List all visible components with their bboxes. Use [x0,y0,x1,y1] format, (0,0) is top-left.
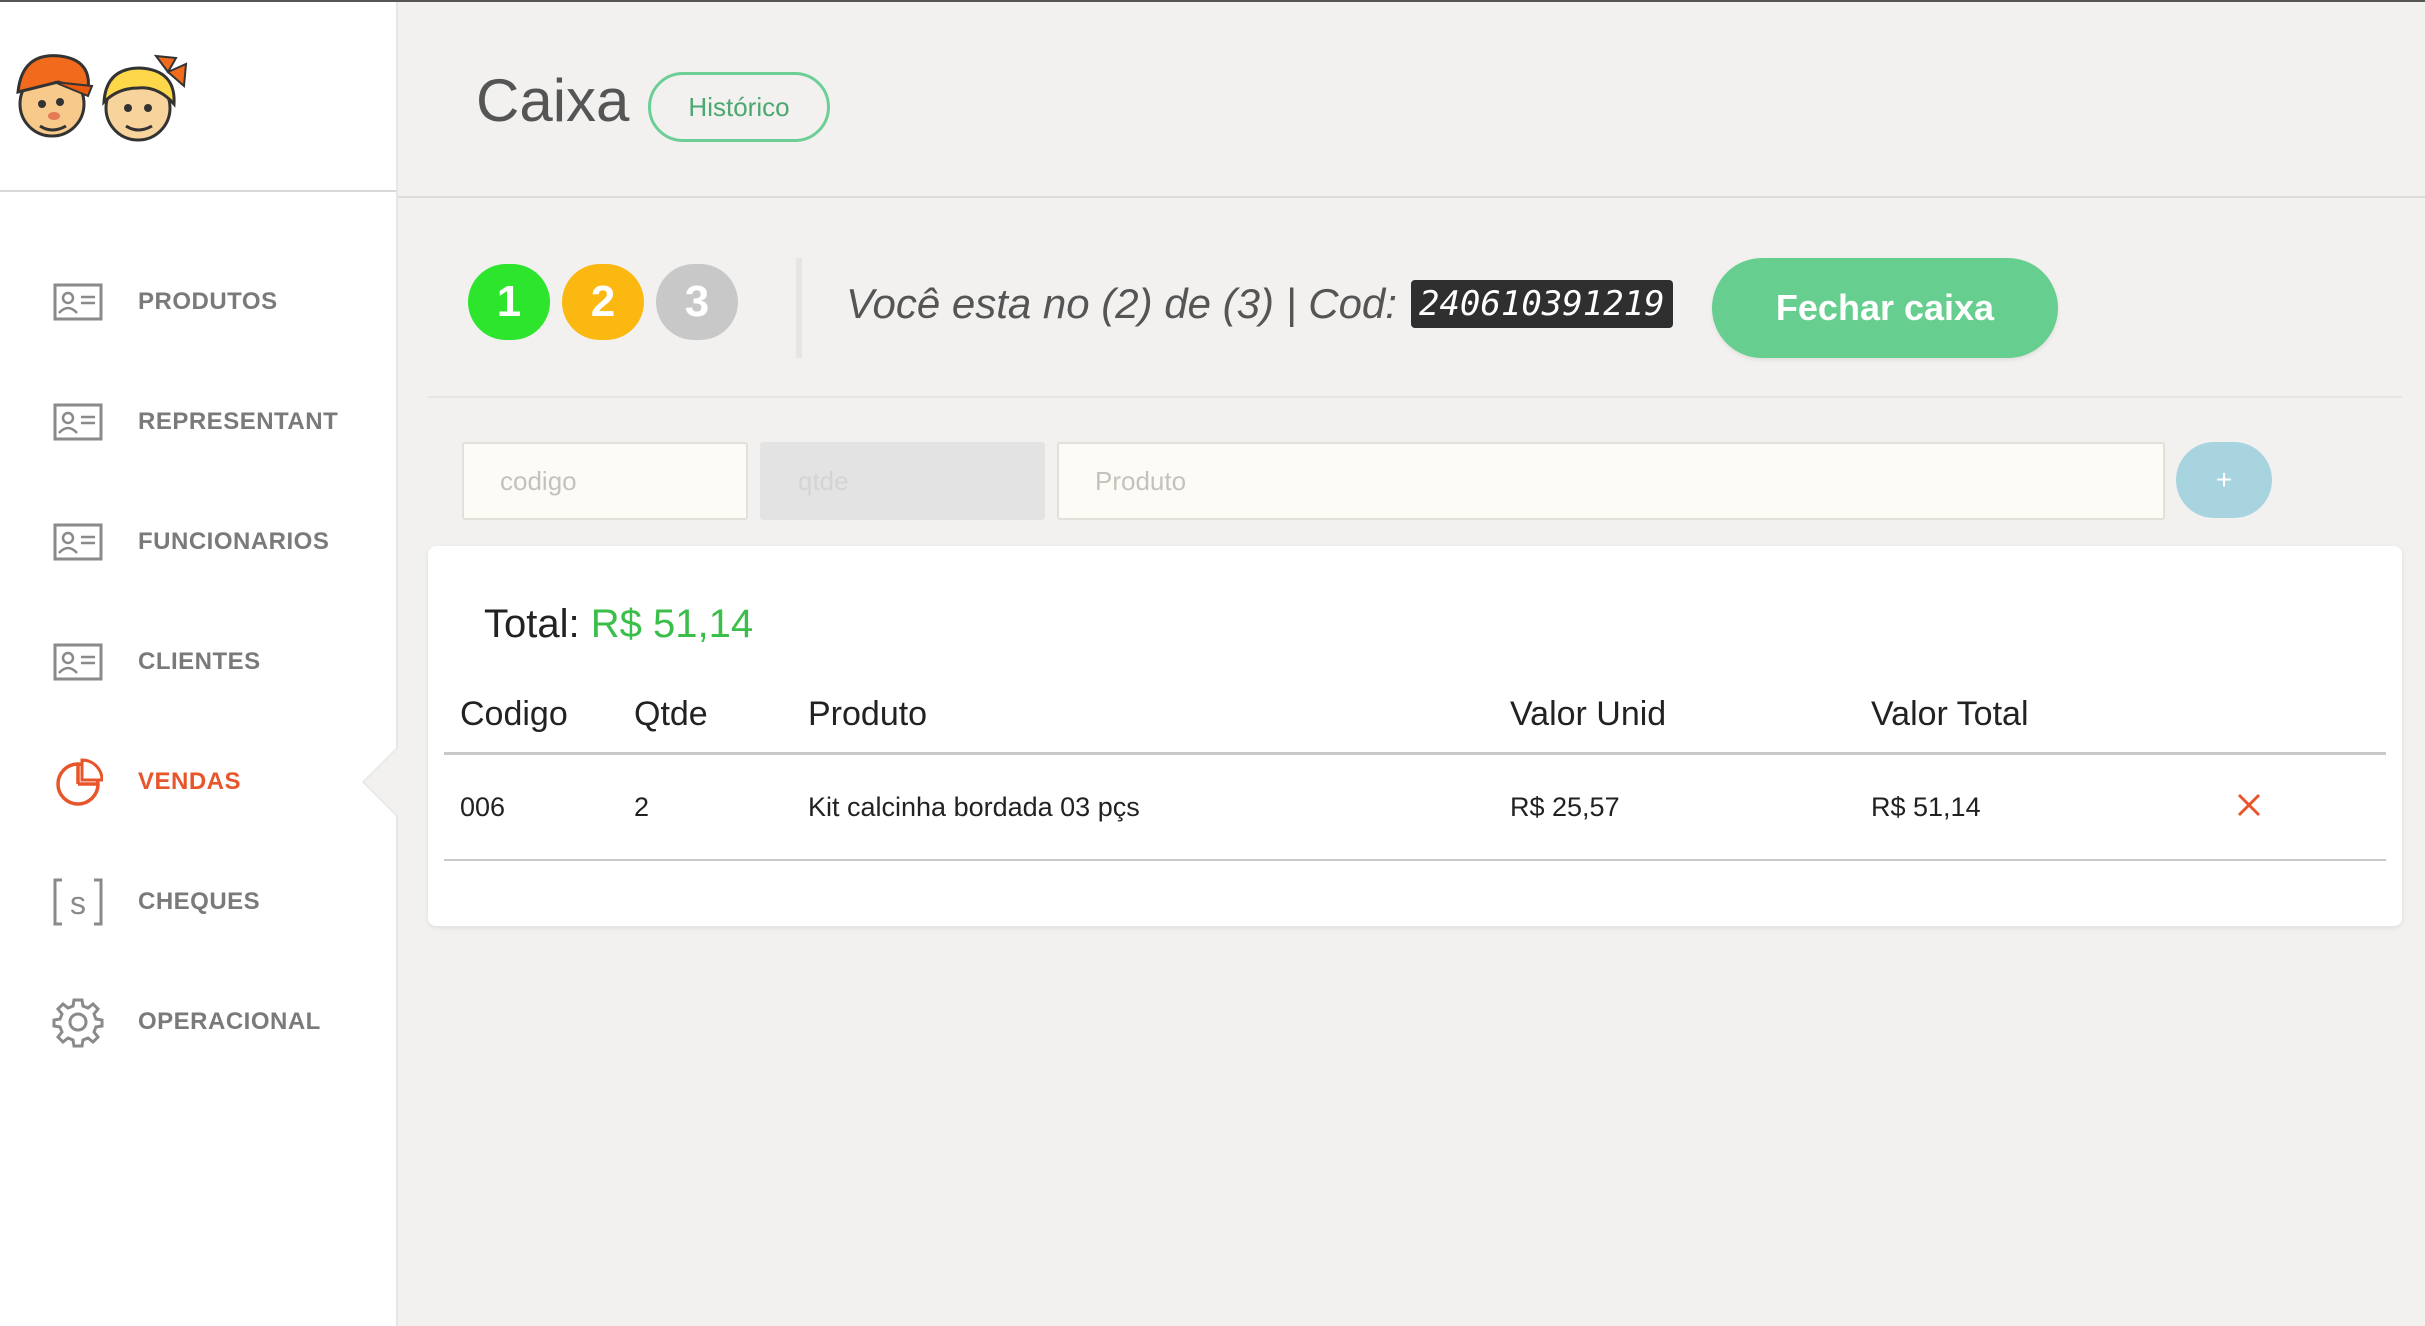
id-card-icon [52,396,104,448]
sale-items-card: Total: R$ 51,14 Codigo Qtde Produto Valo… [428,546,2402,926]
cell-valor-total: R$ 51,14 [1855,753,2216,861]
id-card-icon [52,516,104,568]
step-status-text: Você esta no (2) de (3) | Cod: [846,280,1397,327]
id-card-icon [52,636,104,688]
sidebar-nav: PRODUTOS REPRESENTANT FUNCIONARIOS CLIEN… [0,242,398,1082]
cell-qtde: 2 [618,753,792,861]
logo-kids-icon [16,54,188,142]
total-value: R$ 51,14 [590,602,754,646]
cashier-code-badge: 240610391219 [1410,280,1673,328]
table-header-row: Codigo Qtde Produto Valor Unid Valor Tot… [444,676,2386,755]
cell-actions [2216,753,2386,861]
sidebar: PRODUTOS REPRESENTANT FUNCIONARIOS CLIEN… [0,2,398,1326]
sidebar-item-label: FUNCIONARIOS [138,528,330,555]
sidebar-item-operacional[interactable]: OPERACIONAL [0,962,396,1082]
sidebar-item-label: CHEQUES [138,888,261,915]
produto-input[interactable] [1057,442,2165,520]
sidebar-item-label: OPERACIONAL [138,1008,321,1035]
column-header-valor-unid: Valor Unid [1494,676,1855,755]
pie-chart-icon [52,756,104,808]
sidebar-item-funcionarios[interactable]: FUNCIONARIOS [0,482,396,602]
step-3[interactable]: 3 [656,264,738,340]
column-header-actions [2216,676,2386,755]
cell-valor-unid: R$ 25,57 [1494,753,1855,861]
sidebar-item-representant[interactable]: REPRESENTANT [0,362,396,482]
logo-area [0,2,396,192]
codigo-input[interactable] [462,442,748,520]
sidebar-item-label: VENDAS [138,768,242,795]
sidebar-item-label: CLIENTES [138,648,261,675]
cell-codigo: 006 [444,753,618,861]
step-1[interactable]: 1 [468,264,550,340]
sidebar-item-produtos[interactable]: PRODUTOS [0,242,396,362]
add-item-button[interactable]: + [2176,442,2272,518]
sidebar-item-label: REPRESENTANT [138,408,339,435]
column-header-valor-total: Valor Total [1855,676,2216,755]
history-button[interactable]: Histórico [648,72,830,142]
column-header-qtde: Qtde [618,676,792,755]
active-indicator [364,748,398,816]
sidebar-item-cheques[interactable]: s CHEQUES [0,842,396,962]
items-table: Codigo Qtde Produto Valor Unid Valor Tot… [444,676,2386,861]
column-header-codigo: Codigo [444,676,618,755]
remove-item-icon[interactable] [2236,788,2262,827]
sidebar-item-clientes[interactable]: CLIENTES [0,602,396,722]
close-cashier-button[interactable]: Fechar caixa [1712,258,2058,358]
step-indicator: 1 2 3 [468,264,738,340]
gear-icon [52,996,104,1048]
column-header-produto: Produto [792,676,1494,755]
total-summary: Total: R$ 51,14 [484,602,753,647]
total-label: Total: [484,602,580,646]
step-2[interactable]: 2 [562,264,644,340]
page-title: Caixa [476,67,630,134]
section-divider [428,396,2402,398]
bracket-s-icon: s [52,876,104,928]
step-status: Você esta no (2) de (3) | Cod: 240610391… [846,280,1673,328]
sidebar-item-label: PRODUTOS [138,288,278,315]
sidebar-item-vendas[interactable]: VENDAS [0,722,398,842]
id-card-icon [52,276,104,328]
cell-produto: Kit calcinha bordada 03 pçs [792,753,1494,861]
divider [796,258,802,358]
qtde-input[interactable] [760,442,1045,520]
table-row: 006 2 Kit calcinha bordada 03 pçs R$ 25,… [444,753,2386,861]
page-header: Caixa Histórico [398,2,2425,198]
svg-text:s: s [70,885,86,921]
